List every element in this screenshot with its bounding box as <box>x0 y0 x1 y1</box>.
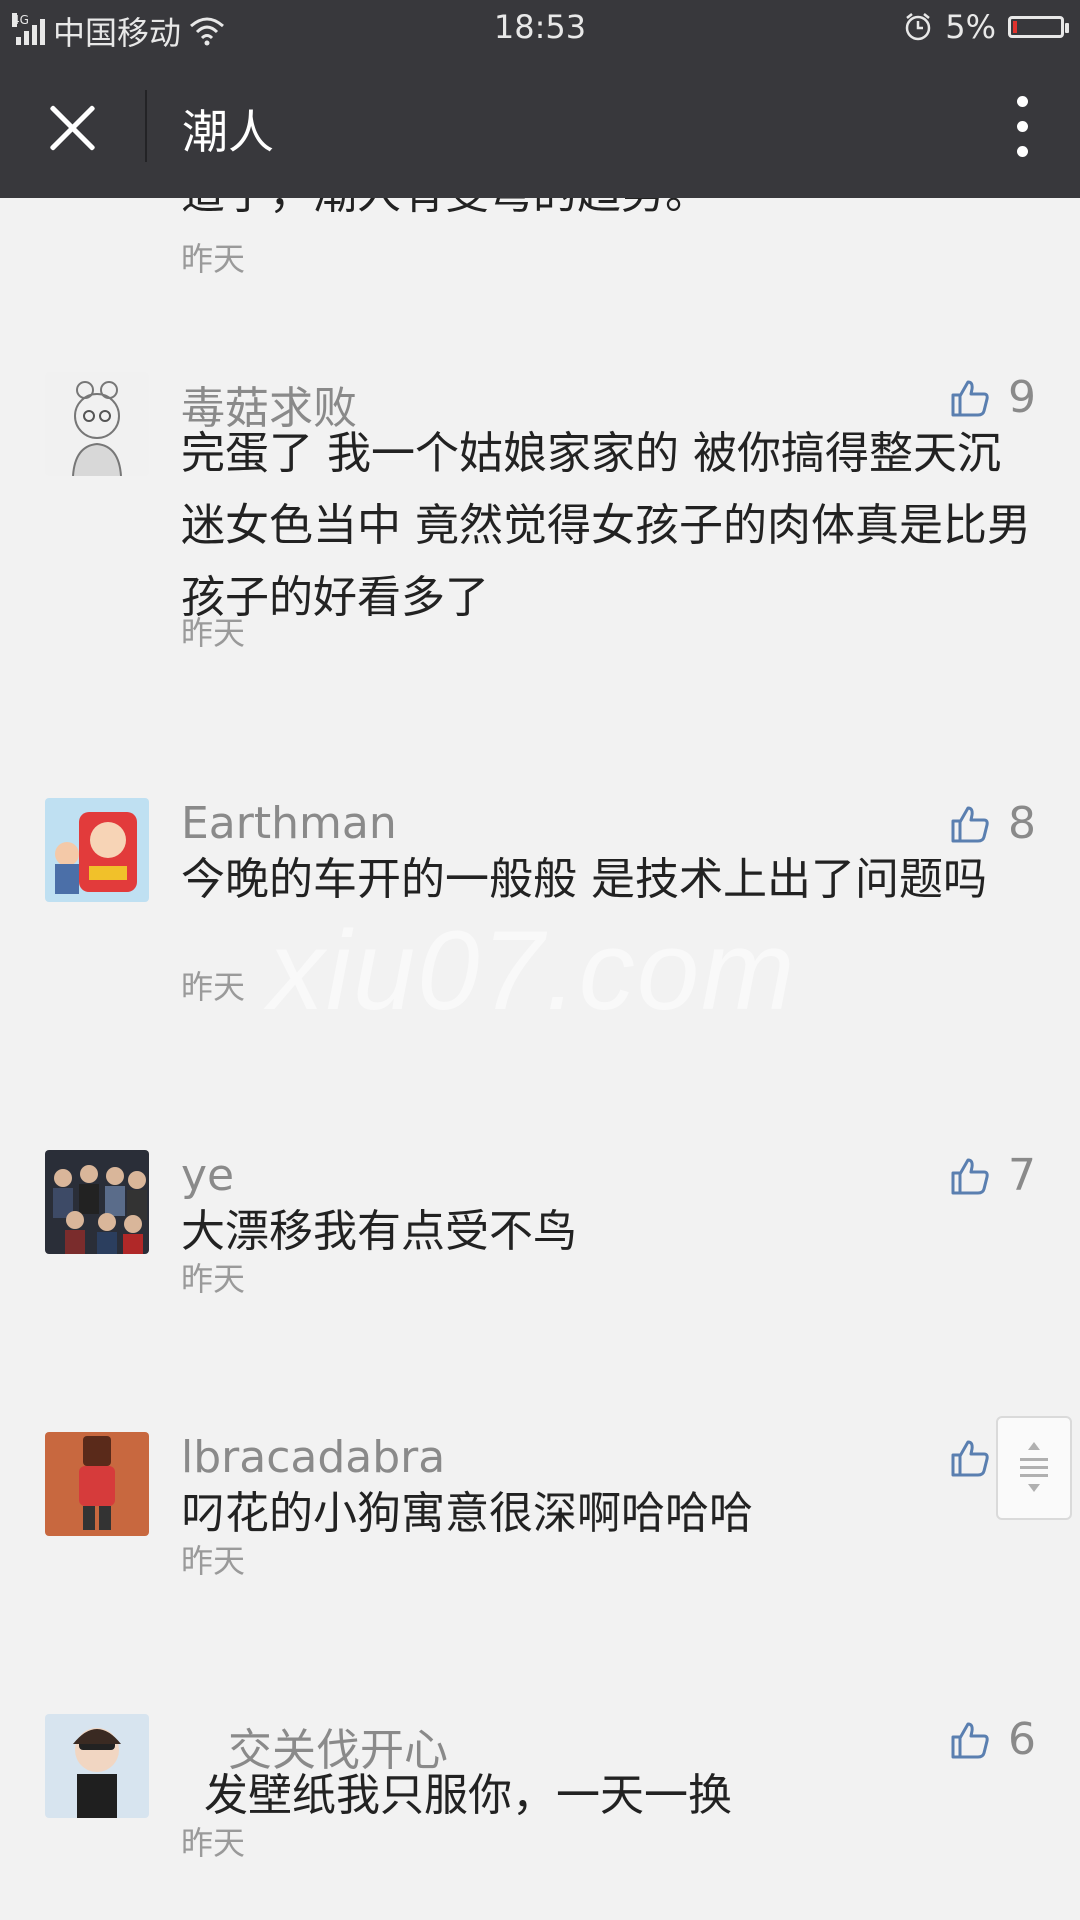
comment-list[interactable]: 道了，潮人有变弯的趋势。 昨天 毒菇求败 9 完蛋了 我一个姑娘家家的 被你搞得… <box>0 198 1080 1920</box>
like-count: 7 <box>1008 1150 1036 1201</box>
thumbs-up-icon <box>951 1158 989 1194</box>
thumbs-up-icon <box>951 806 989 842</box>
thumbs-up-icon <box>951 1722 989 1758</box>
like-button[interactable]: 7 <box>950 1150 1036 1201</box>
scroll-to-top-button[interactable] <box>996 1416 1072 1520</box>
close-icon[interactable] <box>42 98 102 158</box>
comment-text: 完蛋了 我一个姑娘家家的 被你搞得整天沉迷女色当中 竟然觉得女孩子的肉体真是比男… <box>181 428 1031 623</box>
like-count: 9 <box>1008 372 1036 423</box>
nav-divider <box>145 90 147 162</box>
comment-time: 昨天 <box>181 968 246 1006</box>
comment-time: 昨天 <box>181 240 246 278</box>
nav-bar: 潮人 <box>0 54 1080 198</box>
scroll-to-top-icon <box>1020 1442 1048 1492</box>
comment-time: 昨天 <box>181 1824 246 1862</box>
comment-nickname[interactable]: Earthman <box>181 798 397 849</box>
avatar[interactable] <box>45 798 149 902</box>
comment-text: 大漂移我有点受不鸟 <box>181 1206 577 1257</box>
comment-time: 昨天 <box>181 614 246 652</box>
thumbs-up-icon <box>951 1440 989 1476</box>
like-count: 8 <box>1008 798 1036 849</box>
alarm-icon <box>905 13 931 41</box>
battery-percent: 5% <box>945 8 996 46</box>
more-vertical-icon[interactable] <box>1016 96 1030 158</box>
comment-text: 道了，潮人有变弯的趋势。 <box>181 198 1041 230</box>
watermark: xiu07.com <box>268 908 797 1033</box>
avatar[interactable] <box>45 1432 149 1536</box>
comment-text: 今晚的车开的一般般 是技术上出了问题吗 <box>181 854 987 905</box>
comment-time: 昨天 <box>181 1260 246 1298</box>
comment-text: 叼花的小狗寓意很深啊哈哈哈 <box>181 1488 753 1539</box>
avatar[interactable] <box>45 372 149 476</box>
like-button[interactable]: 6 <box>950 1714 1036 1765</box>
avatar[interactable] <box>45 1150 149 1254</box>
like-button[interactable]: 9 <box>950 372 1036 423</box>
comment-text: 发壁纸我只服你，一天一换 <box>204 1770 732 1821</box>
status-bar: 4G 中国移动 18:53 5% <box>0 0 1080 54</box>
battery-icon <box>1008 16 1069 38</box>
avatar[interactable] <box>45 1714 149 1818</box>
thumbs-up-icon <box>951 380 989 416</box>
like-button[interactable]: 8 <box>950 798 1036 849</box>
comment-nickname[interactable]: lbracadabra <box>181 1432 445 1483</box>
page-title: 潮人 <box>182 105 274 159</box>
comment-nickname[interactable]: ye <box>181 1150 234 1201</box>
like-count: 6 <box>1008 1714 1036 1765</box>
comment-time: 昨天 <box>181 1542 246 1580</box>
